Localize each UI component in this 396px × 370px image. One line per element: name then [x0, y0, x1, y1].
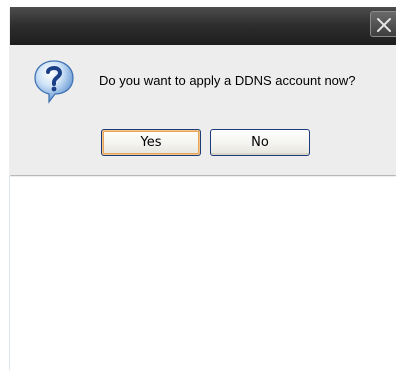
question-icon: [34, 60, 74, 104]
close-button[interactable]: [370, 11, 396, 37]
confirm-dialog: Do you want to apply a DDNS account now?…: [10, 7, 396, 175]
page-background: Do you want to apply a DDNS account now?…: [0, 0, 396, 370]
dialog-titlebar[interactable]: [10, 7, 396, 45]
no-button[interactable]: No: [210, 129, 310, 156]
dialog-message: Do you want to apply a DDNS account now?: [99, 73, 356, 88]
page-divider: [9, 176, 10, 370]
yes-button[interactable]: Yes: [101, 129, 201, 156]
close-icon: [377, 18, 391, 32]
